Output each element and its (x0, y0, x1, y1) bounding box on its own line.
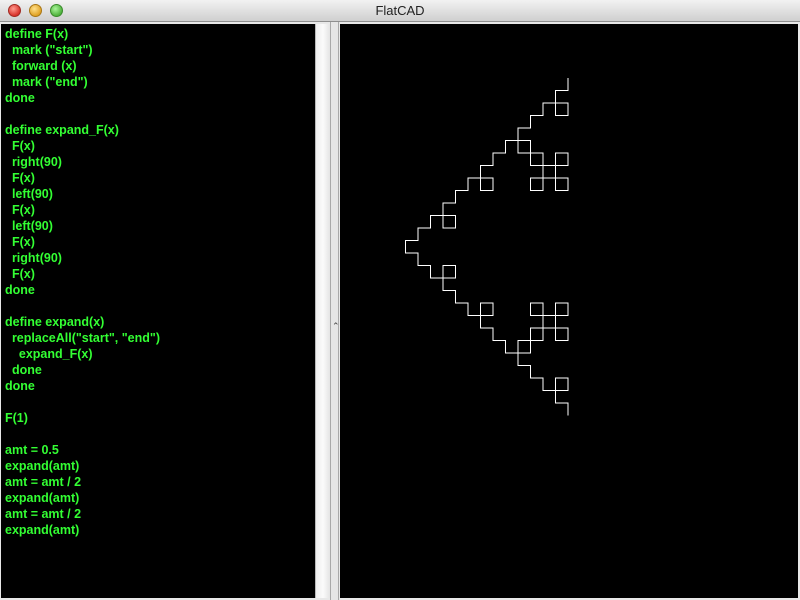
code-line: define F(x) (5, 27, 69, 41)
code-line: F(x) (5, 267, 35, 281)
code-line: F(x) (5, 171, 35, 185)
code-line: mark ("end") (5, 75, 88, 89)
code-line: expand_F(x) (5, 347, 93, 361)
code-line: done (5, 283, 35, 297)
code-line: replaceAll("start", "end") (5, 331, 160, 345)
drawing-canvas[interactable] (340, 24, 798, 598)
editor-scrollbar[interactable] (315, 24, 330, 598)
code-line: expand(amt) (5, 491, 80, 505)
code-line: right(90) (5, 155, 62, 169)
splitter-grip-icon[interactable]: ⌃ (332, 322, 340, 331)
code-line: F(1) (5, 411, 28, 425)
code-line: expand(amt) (5, 523, 80, 537)
code-line: amt = amt / 2 (5, 507, 82, 521)
code-text[interactable]: define F(x) mark ("start") forward (x) m… (1, 24, 315, 538)
code-line: define expand(x) (5, 315, 105, 329)
code-line: amt = 0.5 (5, 443, 59, 457)
code-line: forward (x) (5, 59, 77, 73)
code-line: F(x) (5, 139, 35, 153)
code-line: done (5, 91, 35, 105)
pane-splitter[interactable]: ⌃ (330, 22, 340, 600)
code-line: right(90) (5, 251, 62, 265)
code-line: amt = amt / 2 (5, 475, 82, 489)
code-line: done (5, 379, 35, 393)
code-line: left(90) (5, 187, 53, 201)
code-line: F(x) (5, 203, 35, 217)
code-line: define expand_F(x) (5, 123, 119, 137)
title-bar: FlatCAD (0, 0, 800, 22)
code-line: expand(amt) (5, 459, 80, 473)
window-title: FlatCAD (375, 3, 425, 18)
code-line: mark ("start") (5, 43, 93, 57)
code-line: done (5, 363, 42, 377)
code-line: left(90) (5, 219, 53, 233)
code-line: F(x) (5, 235, 35, 249)
fractal-drawing (405, 78, 569, 416)
code-editor[interactable]: define F(x) mark ("start") forward (x) m… (1, 24, 315, 598)
fractal-curve (405, 78, 569, 416)
